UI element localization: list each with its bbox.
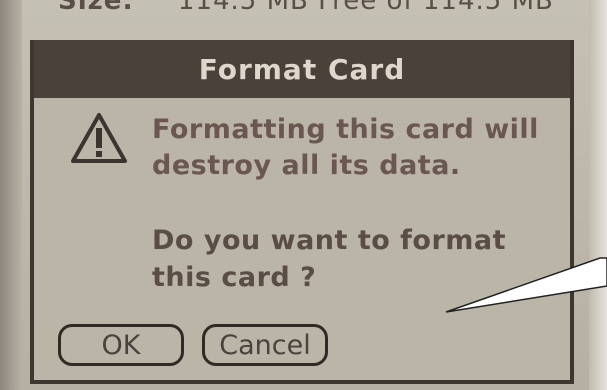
annotation-pointer [445, 257, 607, 313]
device-screen: Size: 114.5 MB Free of 114.5 MB Format C… [0, 0, 607, 390]
